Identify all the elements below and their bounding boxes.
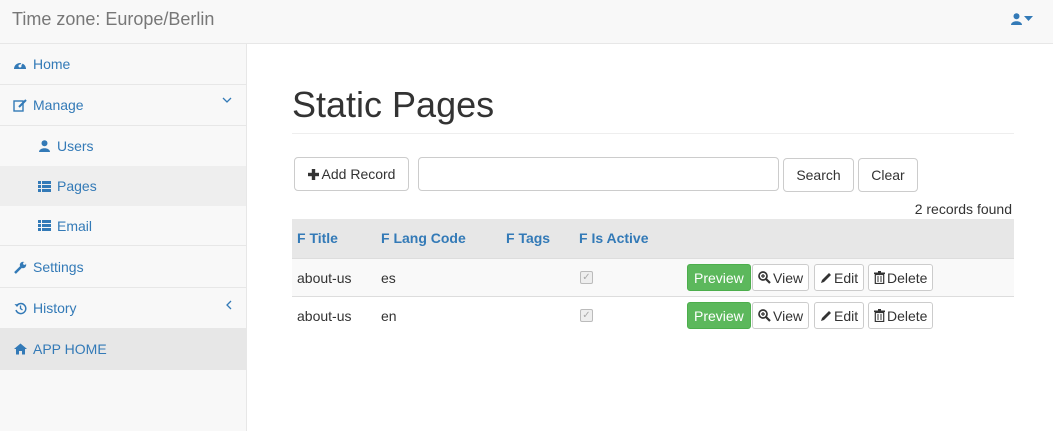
wrench-icon — [13, 260, 27, 274]
history-icon — [13, 301, 27, 315]
user-menu-toggle[interactable] — [1011, 13, 1033, 25]
delete-button[interactable]: Delete — [868, 302, 934, 329]
column-header-is-active[interactable]: F Is Active — [579, 230, 649, 246]
sidebar-item-home[interactable]: Home — [0, 44, 246, 85]
column-header-tags[interactable]: F Tags — [506, 230, 550, 246]
sidebar-item-label: History — [33, 300, 77, 316]
delete-button[interactable]: Delete — [868, 264, 934, 291]
dashboard-icon — [13, 57, 27, 71]
sidebar-item-pages[interactable]: Pages — [0, 166, 246, 206]
pages-table: F Title F Lang Code F Tags F Is Active a… — [292, 219, 1014, 334]
table-row: about-us es ✓ Preview View Edit Delete — [292, 258, 1014, 296]
sidebar-item-label: Users — [57, 138, 94, 154]
trash-icon — [874, 271, 885, 284]
cell-title: about-us — [297, 308, 352, 324]
chevron-left-icon — [226, 300, 232, 310]
is-active-checkbox: ✓ — [580, 309, 593, 322]
home-icon — [13, 342, 27, 356]
preview-button[interactable]: Preview — [687, 302, 751, 329]
column-header-title[interactable]: F Title — [297, 230, 338, 246]
edit-icon — [13, 98, 27, 112]
trash-icon — [874, 309, 885, 322]
sidebar-item-email[interactable]: Email — [0, 206, 246, 246]
delete-label: Delete — [887, 269, 928, 286]
edit-label: Edit — [834, 269, 859, 286]
pencil-icon — [821, 272, 831, 283]
page-title: Static Pages — [292, 84, 495, 125]
sidebar-item-manage[interactable]: Manage — [0, 85, 246, 126]
user-icon — [1011, 13, 1022, 25]
sidebar-item-history[interactable]: History — [0, 288, 246, 329]
table-header: F Title F Lang Code F Tags F Is Active — [292, 219, 1014, 258]
cell-lang-code: es — [381, 270, 396, 286]
sidebar-item-label: Settings — [33, 259, 84, 275]
user-icon — [37, 139, 51, 153]
column-header-lang-code[interactable]: F Lang Code — [381, 230, 466, 246]
top-navbar: Time zone: Europe/Berlin — [0, 0, 1053, 44]
timezone-label: Time zone: Europe/Berlin — [12, 9, 215, 29]
sidebar-item-settings[interactable]: Settings — [0, 247, 246, 288]
is-active-checkbox: ✓ — [580, 271, 593, 284]
cell-title: about-us — [297, 270, 352, 286]
chevron-down-icon — [222, 97, 232, 103]
cell-lang-code: en — [381, 308, 397, 324]
view-button[interactable]: View — [752, 264, 810, 291]
plus-icon — [307, 168, 319, 180]
add-record-label: Add Record — [321, 166, 396, 182]
edit-button[interactable]: Edit — [814, 264, 865, 291]
view-button[interactable]: View — [752, 302, 810, 329]
sidebar-item-label: Home — [33, 56, 71, 72]
sidebar-item-label: Email — [57, 217, 93, 234]
sidebar-item-label: Manage — [33, 97, 84, 113]
preview-button[interactable]: Preview — [687, 264, 751, 291]
table-row: about-us en ✓ Preview View Edit Delete — [292, 296, 1014, 334]
title-divider — [292, 133, 1014, 134]
sidebar-item-label: APP HOME — [33, 341, 107, 357]
records-count: 2 records found — [914, 201, 1012, 217]
add-record-button[interactable]: Add Record — [294, 157, 409, 191]
sidebar-item-label: Pages — [57, 178, 97, 194]
edit-label: Edit — [834, 307, 859, 324]
delete-label: Delete — [887, 307, 928, 324]
edit-button[interactable]: Edit — [814, 302, 865, 329]
list-icon — [37, 179, 51, 193]
list-icon — [37, 219, 51, 233]
sidebar-item-users[interactable]: Users — [0, 126, 246, 166]
zoom-in-icon — [758, 309, 771, 322]
search-button[interactable]: Search — [783, 158, 854, 192]
view-label: View — [773, 307, 804, 324]
zoom-in-icon — [758, 271, 771, 284]
caret-down-icon — [1024, 16, 1033, 21]
sidebar-item-app-home[interactable]: APP HOME — [0, 329, 246, 370]
sidebar: Home Manage Users Pages Email Settings H… — [0, 44, 247, 431]
clear-button[interactable]: Clear — [858, 158, 918, 192]
view-label: View — [773, 269, 804, 286]
pencil-icon — [821, 310, 831, 321]
search-input[interactable] — [418, 157, 779, 191]
